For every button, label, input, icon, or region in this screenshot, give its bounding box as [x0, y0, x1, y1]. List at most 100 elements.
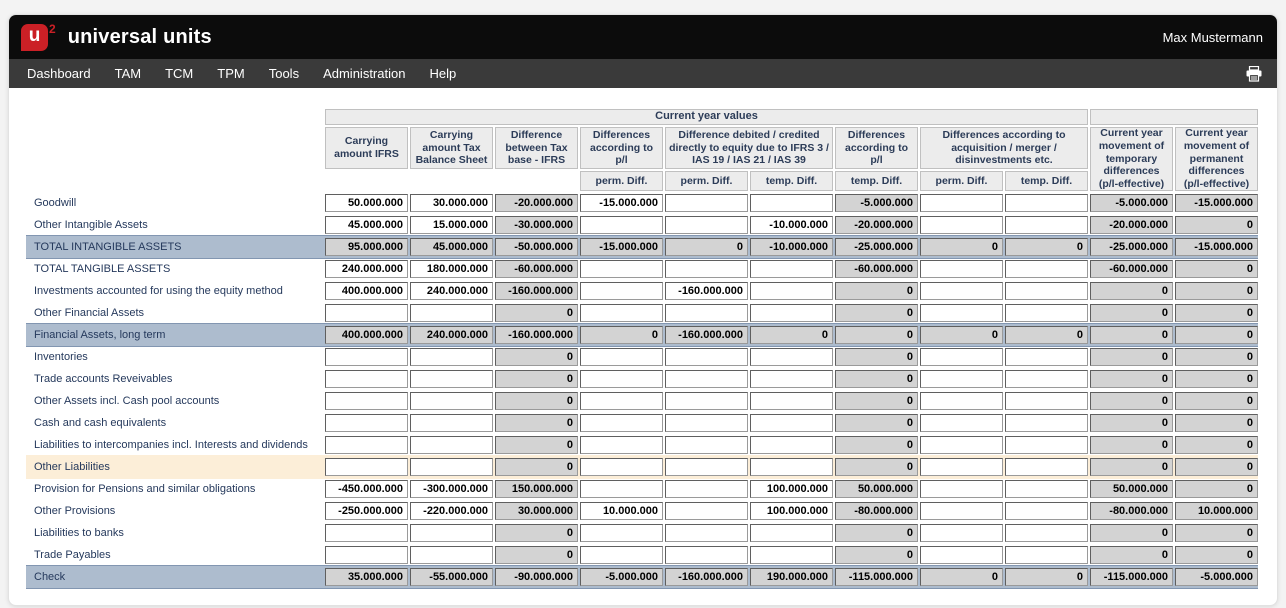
value-field[interactable]: [665, 546, 748, 564]
value-field[interactable]: [1005, 502, 1088, 520]
value-field[interactable]: [1005, 392, 1088, 410]
value-field[interactable]: [920, 370, 1003, 388]
value-field[interactable]: [325, 348, 408, 366]
value-field[interactable]: [920, 524, 1003, 542]
value-field[interactable]: [580, 524, 663, 542]
value-field[interactable]: [325, 546, 408, 564]
value-field[interactable]: [410, 282, 493, 300]
value-field[interactable]: [1005, 260, 1088, 278]
value-field[interactable]: [665, 414, 748, 432]
nav-item-tools[interactable]: Tools: [257, 59, 311, 88]
value-field[interactable]: [750, 436, 833, 454]
value-field[interactable]: [1005, 216, 1088, 234]
value-field[interactable]: [410, 348, 493, 366]
value-field[interactable]: [580, 194, 663, 212]
value-field[interactable]: [665, 436, 748, 454]
value-field[interactable]: [750, 282, 833, 300]
value-field[interactable]: [410, 216, 493, 234]
value-field[interactable]: [750, 348, 833, 366]
value-field[interactable]: [580, 546, 663, 564]
value-field[interactable]: [580, 304, 663, 322]
value-field[interactable]: [920, 260, 1003, 278]
value-field[interactable]: [665, 392, 748, 410]
value-field[interactable]: [665, 524, 748, 542]
value-field[interactable]: [920, 436, 1003, 454]
value-field[interactable]: [920, 348, 1003, 366]
value-field[interactable]: [1005, 480, 1088, 498]
value-field[interactable]: [580, 348, 663, 366]
value-field[interactable]: [580, 458, 663, 476]
value-field[interactable]: [920, 304, 1003, 322]
value-field[interactable]: [665, 370, 748, 388]
value-field[interactable]: [920, 216, 1003, 234]
value-field[interactable]: [665, 304, 748, 322]
value-field[interactable]: [410, 480, 493, 498]
value-field[interactable]: [920, 392, 1003, 410]
value-field[interactable]: [750, 502, 833, 520]
value-field[interactable]: [580, 282, 663, 300]
value-field[interactable]: [580, 502, 663, 520]
value-field[interactable]: [325, 260, 408, 278]
value-field[interactable]: [580, 480, 663, 498]
value-field[interactable]: [410, 260, 493, 278]
value-field[interactable]: [665, 458, 748, 476]
value-field[interactable]: [325, 414, 408, 432]
value-field[interactable]: [325, 480, 408, 498]
nav-item-dashboard[interactable]: Dashboard: [15, 59, 103, 88]
value-field[interactable]: [920, 546, 1003, 564]
value-field[interactable]: [1005, 370, 1088, 388]
value-field[interactable]: [665, 260, 748, 278]
value-field[interactable]: [665, 502, 748, 520]
value-field[interactable]: [750, 458, 833, 476]
value-field[interactable]: [920, 480, 1003, 498]
value-field[interactable]: [665, 480, 748, 498]
value-field[interactable]: [750, 392, 833, 410]
value-field[interactable]: [325, 502, 408, 520]
print-button[interactable]: [1245, 66, 1263, 82]
value-field[interactable]: [580, 370, 663, 388]
value-field[interactable]: [1005, 194, 1088, 212]
value-field[interactable]: [750, 546, 833, 564]
value-field[interactable]: [325, 216, 408, 234]
value-field[interactable]: [410, 370, 493, 388]
value-field[interactable]: [750, 480, 833, 498]
value-field[interactable]: [1005, 546, 1088, 564]
value-field[interactable]: [750, 194, 833, 212]
value-field[interactable]: [410, 194, 493, 212]
value-field[interactable]: [750, 414, 833, 432]
value-field[interactable]: [410, 546, 493, 564]
value-field[interactable]: [410, 502, 493, 520]
nav-item-tam[interactable]: TAM: [103, 59, 153, 88]
value-field[interactable]: [580, 392, 663, 410]
value-field[interactable]: [325, 370, 408, 388]
value-field[interactable]: [1005, 458, 1088, 476]
value-field[interactable]: [410, 524, 493, 542]
value-field[interactable]: [750, 216, 833, 234]
value-field[interactable]: [1005, 282, 1088, 300]
value-field[interactable]: [665, 194, 748, 212]
value-field[interactable]: [1005, 414, 1088, 432]
value-field[interactable]: [325, 524, 408, 542]
value-field[interactable]: [410, 304, 493, 322]
value-field[interactable]: [1005, 348, 1088, 366]
value-field[interactable]: [1005, 304, 1088, 322]
value-field[interactable]: [410, 414, 493, 432]
value-field[interactable]: [920, 194, 1003, 212]
value-field[interactable]: [325, 304, 408, 322]
value-field[interactable]: [750, 370, 833, 388]
value-field[interactable]: [325, 194, 408, 212]
nav-item-help[interactable]: Help: [417, 59, 468, 88]
value-field[interactable]: [580, 260, 663, 278]
value-field[interactable]: [410, 436, 493, 454]
nav-item-administration[interactable]: Administration: [311, 59, 417, 88]
value-field[interactable]: [750, 304, 833, 322]
value-field[interactable]: [665, 216, 748, 234]
value-field[interactable]: [920, 458, 1003, 476]
nav-item-tpm[interactable]: TPM: [205, 59, 256, 88]
value-field[interactable]: [410, 392, 493, 410]
value-field[interactable]: [665, 348, 748, 366]
value-field[interactable]: [1005, 436, 1088, 454]
value-field[interactable]: [1005, 524, 1088, 542]
nav-item-tcm[interactable]: TCM: [153, 59, 205, 88]
value-field[interactable]: [750, 260, 833, 278]
